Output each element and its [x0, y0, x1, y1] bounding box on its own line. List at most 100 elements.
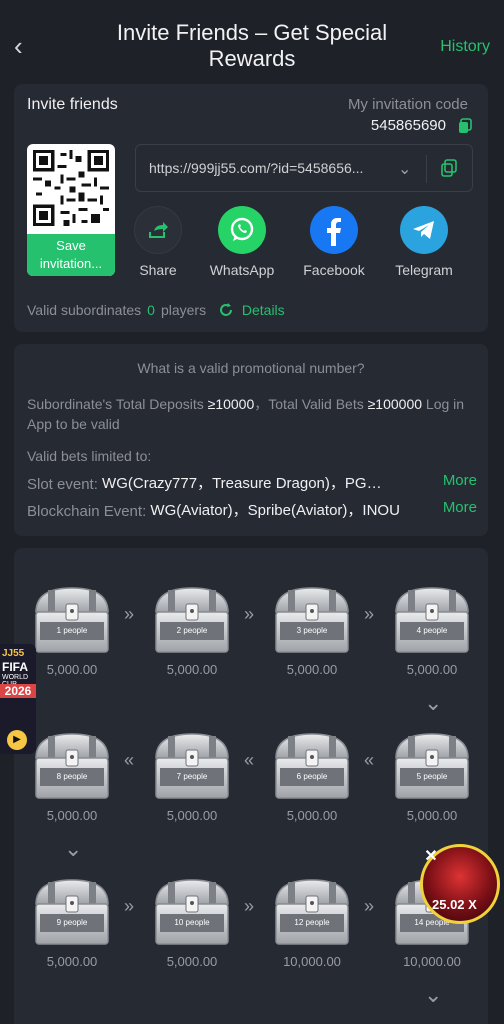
promo-desc-text: Subordinate's Total Deposits — [27, 396, 208, 412]
chest-people-label: 8 people — [56, 772, 88, 781]
arrow-left-icon: « — [124, 750, 135, 770]
share-icon — [134, 206, 182, 254]
divider — [426, 155, 427, 183]
page-title: Invite Friends – Get Special Rewards — [116, 20, 388, 71]
details-link[interactable]: Details — [242, 302, 285, 318]
arrow-right-icon: » — [124, 896, 135, 916]
reward-chest[interactable]: 12 people 10,000.00 — [268, 874, 356, 969]
fifa-title: FIFA — [2, 660, 28, 674]
arrow-left-icon: « — [244, 750, 255, 770]
copy-code-icon[interactable] — [458, 118, 472, 134]
facebook-button[interactable]: Facebook — [289, 206, 379, 278]
reward-chest[interactable]: 3 people 5,000.00 — [268, 582, 356, 677]
header: ‹ Invite Friends – Get Special Rewards H… — [0, 14, 504, 80]
chest-people-label: 12 people — [294, 918, 330, 927]
chest-amount: 5,000.00 — [166, 954, 218, 969]
telegram-icon — [400, 206, 448, 254]
chest-amount: 10,000.00 — [403, 954, 461, 969]
status-bar — [0, 0, 504, 14]
fifa-ad-banner[interactable]: JJ55 FIFA WORLD CUP 2026 ▶ — [0, 644, 36, 754]
qr-code-image — [33, 150, 109, 226]
chest-people-label: 10 people — [174, 918, 210, 927]
promo-question: What is a valid promotional number? — [137, 360, 365, 376]
chest-amount: 5,000.00 — [406, 662, 458, 677]
chest-people-label: 1 people — [56, 626, 88, 635]
arrow-down-icon: ⌄ — [424, 982, 443, 1007]
blockchain-event-row: Blockchain Event: WG(Aviator)，Spribe(Avi… — [27, 499, 477, 520]
arrow-right-icon: » — [364, 896, 375, 916]
reward-chest[interactable]: 10 people 5,000.00 — [148, 874, 236, 969]
chest-icon — [35, 733, 109, 799]
chest-icon — [275, 587, 349, 653]
telegram-label: Telegram — [395, 262, 453, 278]
invite-card: Invite friends My invitation code 545865… — [14, 84, 488, 332]
reward-chest[interactable]: 7 people 5,000.00 — [148, 728, 236, 823]
valid-subordinates-row: Valid subordinates 0 players Details — [27, 302, 285, 318]
reward-chest[interactable]: 6 people 5,000.00 — [268, 728, 356, 823]
chest-amount: 5,000.00 — [286, 662, 338, 677]
save-invitation-button[interactable]: Save invitation... — [27, 234, 115, 276]
chest-icon — [275, 879, 349, 945]
facebook-icon — [310, 206, 358, 254]
arrow-right-icon: » — [124, 604, 135, 624]
chest-people-label: 7 people — [176, 772, 208, 781]
reward-chest[interactable]: 8 people 5,000.00 — [28, 728, 116, 823]
blockchain-more-link[interactable]: More — [443, 499, 477, 516]
chest-icon — [155, 879, 229, 945]
chest-icon — [395, 587, 469, 653]
telegram-button[interactable]: Telegram — [379, 206, 469, 278]
chest-icon — [35, 879, 109, 945]
reward-chest[interactable]: 4 people 5,000.00 — [388, 582, 476, 677]
reward-chest[interactable]: 5 people 5,000.00 — [388, 728, 476, 823]
chest-amount: 10,000.00 — [283, 954, 341, 969]
reward-chest[interactable]: 1 people 5,000.00 — [28, 582, 116, 677]
whatsapp-label: WhatsApp — [209, 262, 275, 278]
chest-icon — [35, 587, 109, 653]
close-icon[interactable]: ✕ — [422, 848, 440, 866]
play-icon[interactable]: ▶ — [7, 730, 27, 750]
slot-event-value: WG(Crazy777，Treasure Dragon)，PG(Wild — [102, 475, 383, 492]
rewards-card: 1 people 5,000.00 2 people 5,000.00 3 pe… — [14, 548, 488, 1024]
arrow-right-icon: » — [244, 604, 255, 624]
chest-icon — [395, 733, 469, 799]
promo-rules-card: What is a valid promotional number? Subo… — [14, 344, 488, 536]
whatsapp-button[interactable]: WhatsApp — [197, 206, 287, 278]
arrow-down-icon: ⌄ — [424, 690, 443, 715]
blockchain-event-label: Blockchain Event: — [27, 503, 151, 520]
refresh-icon[interactable] — [218, 302, 234, 318]
slot-event-label: Slot event: — [27, 476, 103, 493]
deposit-threshold: ≥10000 — [207, 396, 255, 412]
fifa-year: 2026 — [0, 684, 36, 698]
chest-amount: 5,000.00 — [46, 808, 98, 823]
chest-amount: 5,000.00 — [46, 662, 98, 677]
reward-chest[interactable]: 2 people 5,000.00 — [148, 582, 236, 677]
arrow-right-icon: » — [244, 896, 255, 916]
chest-icon — [155, 733, 229, 799]
limited-label: Valid bets limited to: — [27, 448, 152, 464]
chest-people-label: 5 people — [416, 772, 448, 781]
back-arrow-icon[interactable]: ‹ — [14, 33, 34, 59]
arrow-right-icon: » — [364, 604, 375, 624]
chest-icon — [275, 733, 349, 799]
chest-amount: 5,000.00 — [166, 662, 218, 677]
reward-chest[interactable]: 9 people 5,000.00 — [28, 874, 116, 969]
chevron-down-icon[interactable]: ⌄ — [398, 159, 411, 179]
fifa-brand: JJ55 — [2, 648, 25, 659]
invitation-code-value: 545865690 — [370, 117, 446, 134]
chest-people-label: 9 people — [56, 918, 88, 927]
facebook-label: Facebook — [303, 262, 365, 278]
chest-amount: 5,000.00 — [286, 808, 338, 823]
whatsapp-icon — [218, 206, 266, 254]
blockchain-event-value: WG(Aviator)，Spribe(Aviator)，INOU — [150, 502, 400, 519]
qr-code-card: Save invitation... — [27, 144, 115, 276]
slot-more-link[interactable]: More — [443, 472, 477, 489]
promo-description: Subordinate's Total Deposits ≥10000，Tota… — [27, 394, 477, 434]
slot-event-row: Slot event: WG(Crazy777，Treasure Dragon)… — [27, 472, 477, 493]
invitation-code-label: My invitation code — [347, 96, 468, 113]
invite-title: Invite friends — [27, 96, 118, 113]
history-link[interactable]: History — [440, 38, 490, 56]
invite-link-field[interactable]: https://999jj55.com/?id=5458656... ⌄ — [135, 144, 473, 192]
copy-link-icon[interactable] — [441, 159, 457, 177]
share-button[interactable]: Share — [113, 206, 203, 278]
share-label: Share — [139, 262, 177, 278]
